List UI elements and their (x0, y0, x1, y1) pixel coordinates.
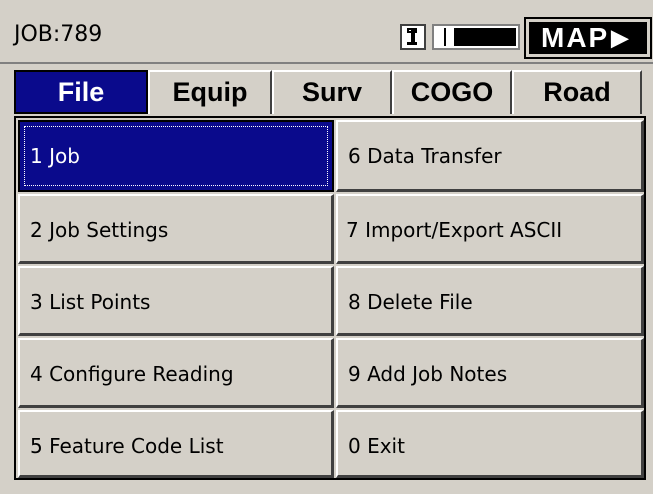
tab-road[interactable]: Road (512, 70, 642, 114)
battery-level-icon (432, 24, 520, 50)
tab-bar: File Equip Surv COGO Road (14, 68, 644, 116)
menu-item-list-points[interactable]: 3 List Points (18, 266, 334, 336)
menu-item-label: 6 Data Transfer (348, 144, 502, 168)
menu-item-label: 0 Exit (348, 434, 405, 458)
menu-item-label: 5 Feature Code List (30, 434, 224, 458)
menu-item-delete-file[interactable]: 8 Delete File (336, 266, 644, 336)
menu-item-label: 4 Configure Reading (30, 362, 234, 386)
key-icon (400, 24, 426, 50)
menu-item-job-settings[interactable]: 2 Job Settings (18, 194, 334, 264)
tab-surv[interactable]: Surv (272, 70, 392, 114)
map-button[interactable]: MAP▶ (524, 17, 652, 59)
menu-item-job[interactable]: 1 Job (18, 120, 334, 192)
menu-item-configure-reading[interactable]: 4 Configure Reading (18, 338, 334, 408)
menu-panel: 1 Job 2 Job Settings 3 List Points 4 Con… (14, 116, 646, 480)
menu-item-label: 7 Import/Export ASCII (346, 218, 563, 242)
menu-item-add-job-notes[interactable]: 9 Add Job Notes (336, 338, 644, 408)
menu-item-label: 3 List Points (30, 290, 151, 314)
job-title: JOB:789 (14, 22, 103, 47)
menu-item-exit[interactable]: 0 Exit (336, 410, 644, 478)
focus-indicator (24, 126, 328, 186)
menu-item-label: 8 Delete File (348, 290, 473, 314)
menu-item-label: 2 Job Settings (30, 218, 169, 242)
menu-item-label: 9 Add Job Notes (348, 362, 508, 386)
tab-file[interactable]: File (14, 70, 148, 114)
bottom-edge (0, 486, 653, 494)
tab-equip[interactable]: Equip (148, 70, 272, 114)
title-bar: JOB:789 MAP▶ (0, 0, 653, 64)
map-label: MAP (541, 22, 610, 53)
menu-item-import-export-ascii[interactable]: 7 Import/Export ASCII (336, 194, 644, 264)
tab-cogo[interactable]: COGO (392, 70, 512, 114)
menu-item-data-transfer[interactable]: 6 Data Transfer (336, 120, 644, 192)
menu-item-feature-code-list[interactable]: 5 Feature Code List (18, 410, 334, 478)
play-arrow-icon: ▶ (611, 25, 631, 50)
